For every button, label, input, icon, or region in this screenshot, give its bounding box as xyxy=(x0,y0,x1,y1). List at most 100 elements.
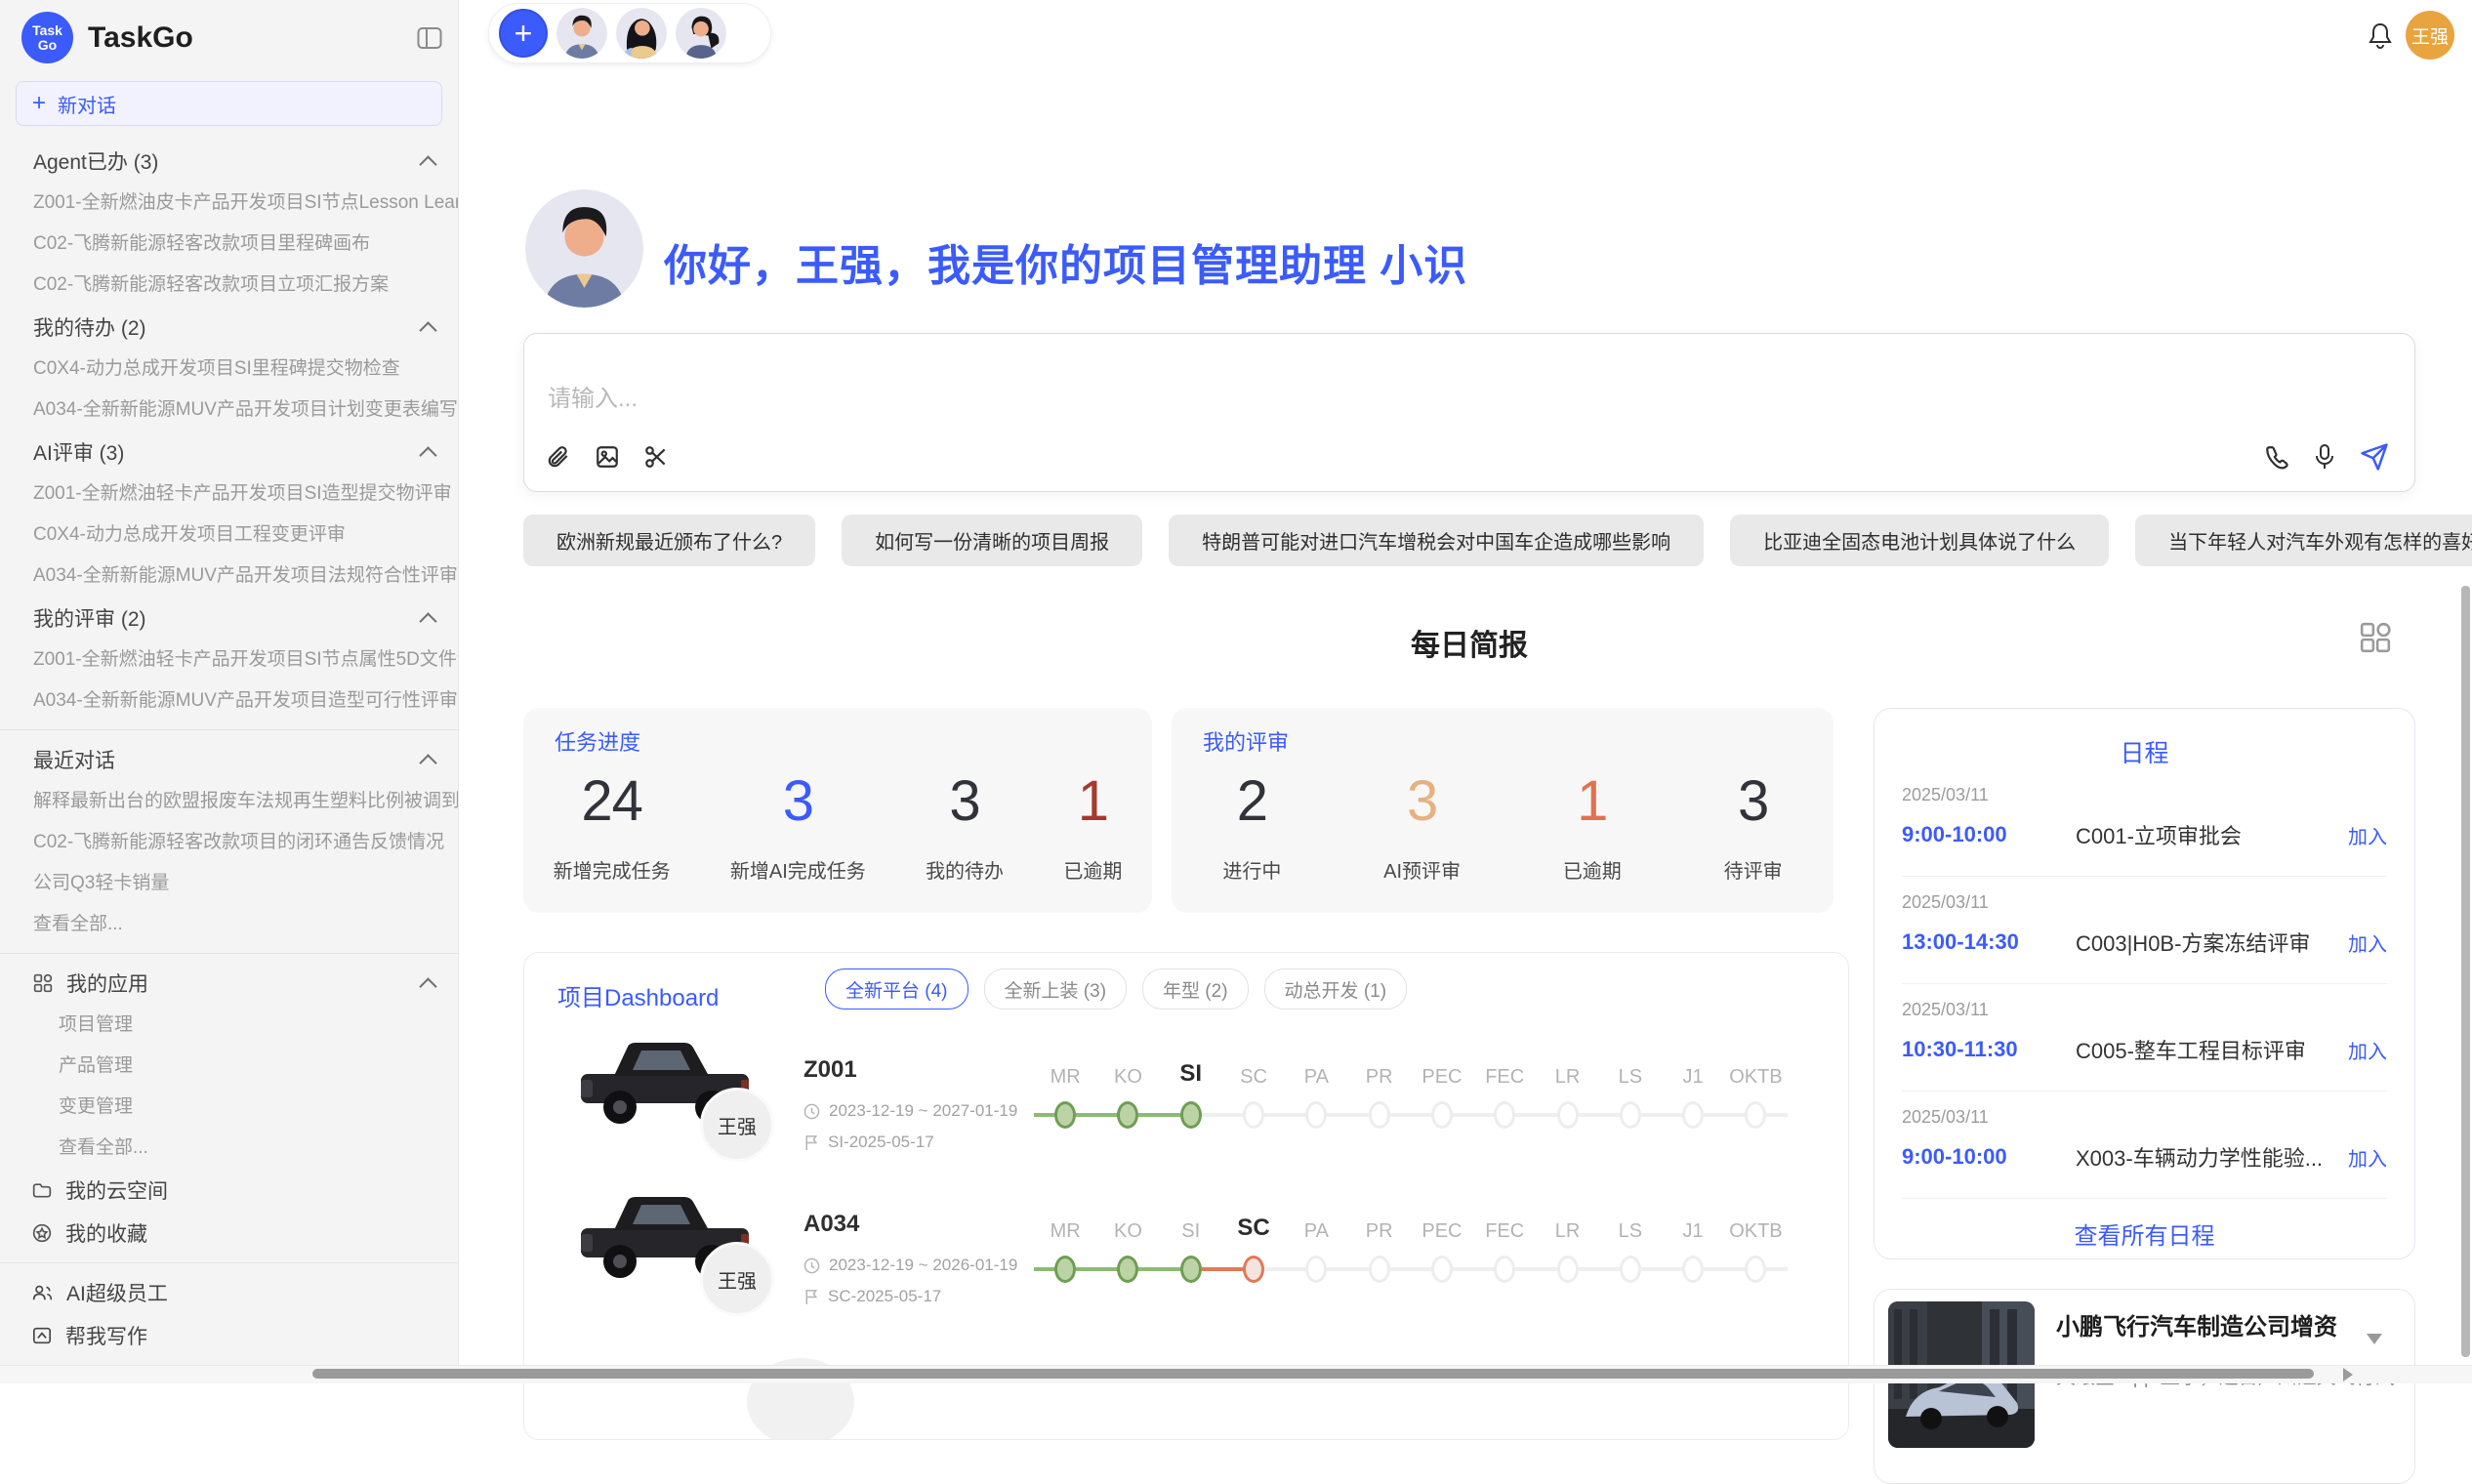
attachment-icon[interactable] xyxy=(546,444,571,470)
chevron-up-icon[interactable] xyxy=(419,754,436,771)
agent-avatar-3[interactable] xyxy=(676,8,726,59)
sidebar-list-item[interactable]: 项目管理 xyxy=(0,1005,458,1046)
sidebar-list-item[interactable]: 变更管理 xyxy=(0,1087,458,1128)
phone-icon[interactable] xyxy=(2264,444,2289,470)
vertical-scrollbar-thumb[interactable] xyxy=(2461,586,2470,1357)
dashboard-filter-chip[interactable]: 全新上装 (3) xyxy=(984,969,1128,1010)
dashboard-filter-chip[interactable]: 全新平台 (4) xyxy=(825,969,968,1010)
sidebar-list-item[interactable]: Z001-全新燃油皮卡产品开发项目SI节点Lesson Learn报告 xyxy=(0,183,458,224)
send-icon[interactable] xyxy=(2360,442,2389,472)
dashboard-filter-chip[interactable]: 年型 (2) xyxy=(1142,969,1249,1010)
suggestion-chip[interactable]: 欧洲新规最近颁布了什么? xyxy=(523,515,815,566)
user-avatar[interactable]: 王强 xyxy=(2406,11,2454,60)
sidebar-section-title: 我的评审 (2) xyxy=(33,603,146,633)
milestone-label: MR xyxy=(1034,1220,1096,1243)
recent-section-header[interactable]: 最近对话 xyxy=(0,738,458,781)
sidebar-section-header[interactable]: AI评审 (3) xyxy=(0,431,458,474)
milestone-connector xyxy=(1766,1113,1787,1117)
add-agent-button[interactable]: + xyxy=(499,9,548,58)
milestone-connector xyxy=(1536,1267,1557,1271)
sidebar-list-item[interactable]: A034-全新新能源MUV产品开发项目法规符合性评审 xyxy=(0,556,458,597)
agent-avatar-2[interactable] xyxy=(616,8,667,59)
scroll-right-arrow-icon[interactable] xyxy=(2343,1368,2353,1381)
chevron-up-icon[interactable] xyxy=(419,977,436,995)
view-all-schedule-link[interactable]: 查看所有日程 xyxy=(1902,1216,2387,1251)
suggestion-chip[interactable]: 特朗普可能对进口汽车增税会对中国车企造成哪些影响 xyxy=(1169,515,1704,566)
sidebar-section-header[interactable]: 我的评审 (2) xyxy=(0,597,458,639)
milestone-connector xyxy=(1076,1267,1096,1271)
project-row[interactable]: 王强 A034 2023-12-19 ~ 2026-01-19 SC-2025-… xyxy=(524,1183,1848,1338)
event-join-link[interactable]: 加入 xyxy=(2348,1143,2387,1172)
sidebar-list-item[interactable]: C02-飞腾新能源轻客改款项目里程碑画布 xyxy=(0,224,458,265)
sidebar-list-item[interactable]: C0X4-动力总成开发项目工程变更评审 xyxy=(0,515,458,556)
sidebar-section-header[interactable]: Agent已办 (3) xyxy=(0,140,458,183)
news-content: 小鹏飞行汽车制造公司增资 天眼查 App 显示，近日广州汇天飞行汽 xyxy=(2056,1301,2395,1471)
chevron-up-icon[interactable] xyxy=(419,612,436,630)
milestone-connector xyxy=(1390,1267,1411,1271)
milestone-connector xyxy=(1160,1113,1181,1117)
folder-icon xyxy=(32,1181,52,1199)
sidebar-list-item[interactable]: Z001-全新燃油轻卡产品开发项目SI节点属性5D文件评审 xyxy=(0,639,458,680)
event-join-link[interactable]: 加入 xyxy=(2348,1036,2387,1064)
suggestion-chip[interactable]: 当下年轻人对汽车外观有怎样的喜好趋势 xyxy=(2135,515,2472,566)
suggestion-chip[interactable]: 如何写一份清晰的项目周报 xyxy=(842,515,1142,566)
sidebar-item-help-write[interactable]: 帮我写作 xyxy=(0,1314,458,1357)
scroll-down-arrow-icon[interactable] xyxy=(2367,1334,2382,1344)
suggestion-chip[interactable]: 比亚迪全固态电池计划具体说了什么 xyxy=(1730,515,2109,566)
sidebar-list-item[interactable]: C02-飞腾新能源轻客改款项目的闭环通告反馈情况 xyxy=(0,822,458,863)
event-join-link[interactable]: 加入 xyxy=(2348,821,2387,849)
stat-label: AI预评审 xyxy=(1383,855,1461,884)
write-icon xyxy=(32,1327,52,1344)
agent-avatar-1[interactable] xyxy=(556,8,607,59)
milestone-label: SI xyxy=(1160,1060,1222,1088)
horizontal-scrollbar-thumb[interactable] xyxy=(312,1369,2314,1379)
milestone-connector xyxy=(1724,1267,1746,1271)
sidebar-list-item[interactable]: A034-全新新能源MUV产品开发项目造型可行性评审 xyxy=(0,680,458,721)
event-join-link[interactable]: 加入 xyxy=(2348,928,2387,957)
milestone-strip: MR KO SI SC PA PR PEC FEC xyxy=(1034,1183,1805,1338)
stat-label: 进行中 xyxy=(1222,855,1281,884)
dashboard-layout-icon[interactable] xyxy=(2359,621,2392,654)
stat-label: 新增AI完成任务 xyxy=(730,855,866,884)
chat-input[interactable] xyxy=(546,385,2112,414)
sidebar-list-item[interactable]: 查看全部... xyxy=(0,904,458,945)
milestone-dot xyxy=(1494,1256,1515,1283)
sidebar-list-item[interactable]: C0X4-动力总成开发项目SI里程碑提交物检查 xyxy=(0,349,458,390)
milestone-dot xyxy=(1243,1256,1264,1283)
milestone-label: PA xyxy=(1285,1220,1347,1243)
chevron-up-icon[interactable] xyxy=(419,155,436,173)
sidebar-item-favorites[interactable]: 我的收藏 xyxy=(0,1212,458,1255)
stat-label: 待评审 xyxy=(1724,855,1783,884)
sidebar-item-cloud-space[interactable]: 我的云空间 xyxy=(0,1169,458,1212)
stat-card: 我的评审 2 进行中 3 AI预评审 1 已逾期 3 待评审 xyxy=(1172,708,1833,913)
project-milestone-date: SI-2025-05-17 xyxy=(803,1133,934,1152)
project-row[interactable]: 王强 Z001 2023-12-19 ~ 2027-01-19 SI-2025-… xyxy=(524,1029,1848,1183)
event-time: 9:00-10:00 xyxy=(1902,822,2048,847)
image-icon[interactable] xyxy=(595,444,620,470)
sidebar-list-item[interactable]: Z001-全新燃油轻卡产品开发项目SI造型提交物评审 xyxy=(0,474,458,515)
dashboard-filter-chip[interactable]: 动总开发 (1) xyxy=(1264,969,1408,1010)
chevron-up-icon[interactable] xyxy=(419,321,436,339)
sidebar-list-item[interactable]: 解释最新出台的欧盟报废车法规再生塑料比例被调到15%... xyxy=(0,781,458,822)
microphone-icon[interactable] xyxy=(2313,443,2336,471)
sidebar-section: AI评审 (3) Z001-全新燃油轻卡产品开发项目SI造型提交物评审C0X4-… xyxy=(0,431,458,597)
sidebar-list-item[interactable]: 公司Q3轻卡销量 xyxy=(0,863,458,904)
sidebar-list-item[interactable]: 查看全部... xyxy=(0,1128,458,1169)
scissors-icon[interactable] xyxy=(643,444,669,470)
sidebar-list-item[interactable]: 产品管理 xyxy=(0,1046,458,1087)
news-card[interactable]: 小鹏飞行汽车制造公司增资 天眼查 App 显示，近日广州汇天飞行汽 xyxy=(1874,1289,2415,1484)
chevron-up-icon[interactable] xyxy=(419,446,436,464)
favorites-label: 我的收藏 xyxy=(65,1218,147,1248)
notification-bell-icon[interactable] xyxy=(2367,21,2394,51)
sidebar-list-item[interactable]: C02-飞腾新能源轻客改款项目立项汇报方案 xyxy=(0,265,458,306)
apps-section-header[interactable]: 我的应用 xyxy=(0,962,458,1005)
sidebar-collapse-icon[interactable] xyxy=(417,26,442,50)
sidebar-list-item[interactable]: A034-全新新能源MUV产品开发项目计划变更表编写 xyxy=(0,390,458,431)
milestone-connector xyxy=(1536,1113,1557,1117)
project-code: Z001 xyxy=(803,1056,857,1084)
sidebar-section-header[interactable]: 我的待办 (2) xyxy=(0,306,458,349)
sidebar-item-ai-super-staff[interactable]: AI超级员工 xyxy=(0,1271,458,1314)
new-chat-button[interactable]: + 新对话 xyxy=(16,81,442,126)
milestone-connector xyxy=(1347,1113,1369,1117)
project-owner-badge: 王强 xyxy=(700,1242,774,1316)
